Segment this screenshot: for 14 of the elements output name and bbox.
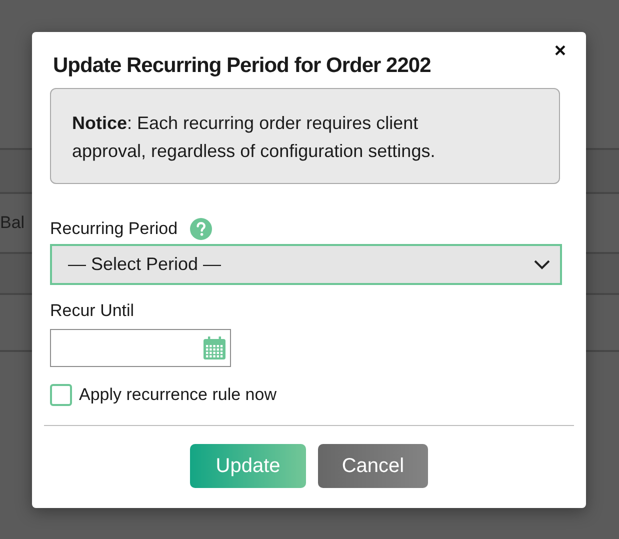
- table-cell-text: Bal: [0, 213, 25, 233]
- dialog-title: Update Recurring Period for Order 2202: [53, 54, 432, 78]
- cancel-button[interactable]: Cancel: [318, 444, 428, 488]
- notice-text: Notice: Each recurring order requires client approval, regardless of configuration settings.: [72, 112, 436, 163]
- date-field[interactable]: [50, 329, 231, 367]
- field-label: Recurring Period: [50, 219, 178, 239]
- help-icon[interactable]: [190, 218, 212, 240]
- period-select[interactable]: — Select Period —: [50, 244, 562, 285]
- chevron-down-icon: [534, 260, 550, 270]
- checkbox[interactable]: [50, 384, 72, 406]
- close-button[interactable]: ×: [554, 40, 566, 63]
- calendar-icon[interactable]: [203, 336, 226, 360]
- field-label: Recur Until: [50, 301, 134, 321]
- checkbox-label: Apply recurrence rule now: [79, 385, 276, 405]
